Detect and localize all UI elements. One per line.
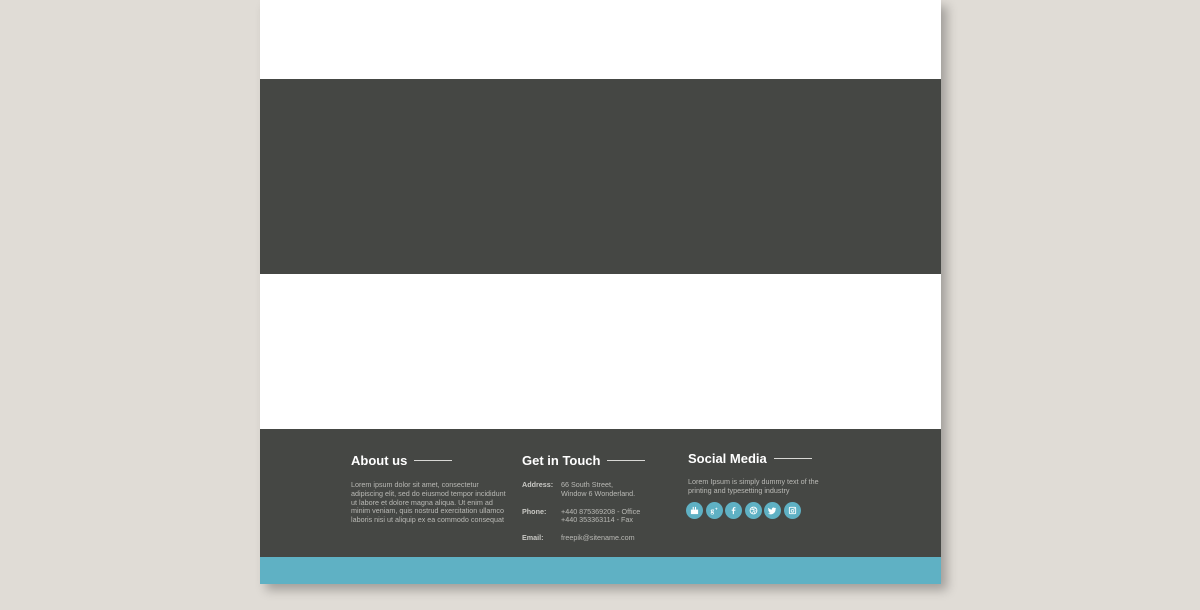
dark-banner xyxy=(260,79,941,274)
instagram-icon[interactable] xyxy=(783,501,801,519)
phone-fax: +440 353363114 - Fax xyxy=(561,515,633,525)
svg-text:g: g xyxy=(710,507,714,515)
heading-rule xyxy=(607,459,646,461)
social-text: Lorem Ipsum is simply dummy text of the … xyxy=(688,477,819,495)
heading-rule xyxy=(773,457,812,459)
social-title: Social Media xyxy=(688,450,767,466)
phone-label: Phone: xyxy=(522,506,547,516)
address-line: Window 6 Wonderland. xyxy=(561,488,636,498)
facebook-icon[interactable] xyxy=(725,501,742,519)
heading-rule xyxy=(414,459,453,461)
address-label: Address: xyxy=(522,480,554,489)
page-sheet: About us Lorem ipsum dolor sit amet, con… xyxy=(260,0,941,584)
email-row: Email: freepik@sitename.com xyxy=(522,533,682,543)
twitter-icon[interactable] xyxy=(764,501,781,519)
social-section: Social Media Lorem Ipsum is simply dummy… xyxy=(686,450,848,519)
dribbble-icon[interactable] xyxy=(744,501,762,519)
social-icons: g + xyxy=(686,501,848,519)
address-row: Address: 66 South Street, Window 6 Wonde… xyxy=(522,480,682,499)
footer: About us Lorem ipsum dolor sit amet, con… xyxy=(260,429,941,557)
google-plus-icon[interactable]: g + xyxy=(705,501,723,519)
contact-section: Get in Touch Address: 66 South Street, W… xyxy=(522,452,682,543)
youtube-icon[interactable] xyxy=(686,501,703,519)
about-title: About us xyxy=(351,452,408,468)
about-section: About us Lorem ipsum dolor sit amet, con… xyxy=(351,452,511,525)
svg-text:+: + xyxy=(714,506,717,511)
phone-row: Phone: +440 875369208 - Office +440 3533… xyxy=(522,506,682,526)
email-link[interactable]: freepik@sitename.com xyxy=(561,533,635,543)
footer-accent-bar xyxy=(260,557,941,584)
contact-title: Get in Touch xyxy=(522,452,601,468)
about-text: Lorem ipsum dolor sit amet, consectetur … xyxy=(351,480,506,525)
email-label: Email: xyxy=(522,533,544,543)
